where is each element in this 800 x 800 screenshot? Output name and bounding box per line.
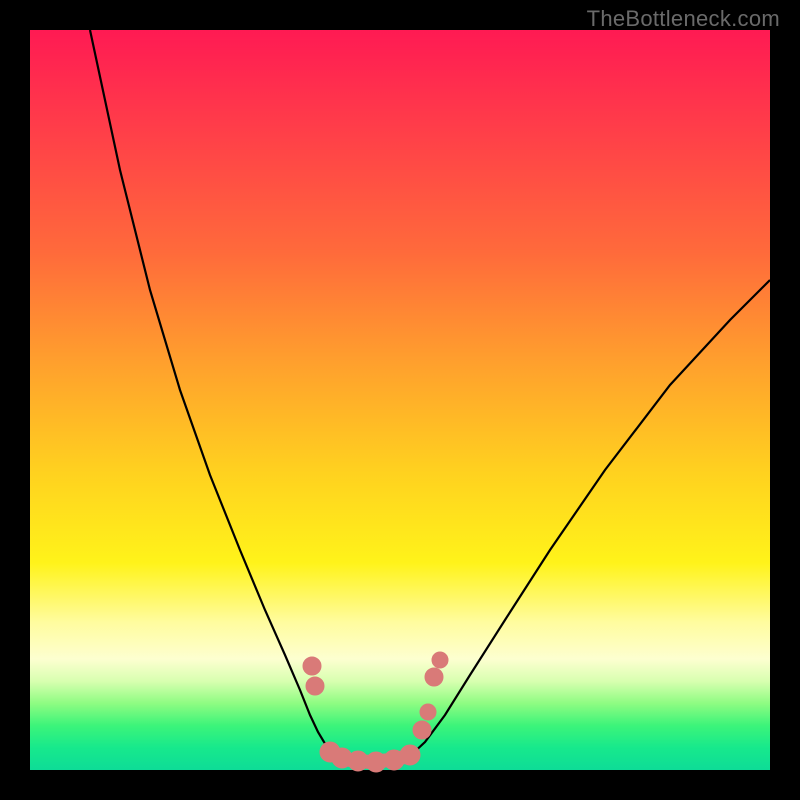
data-marker (425, 668, 443, 686)
data-marker (413, 721, 431, 739)
data-marker (348, 751, 368, 771)
plot-area (30, 30, 770, 770)
data-marker (366, 752, 386, 772)
data-marker (306, 677, 324, 695)
curve-right-branch (410, 280, 770, 756)
chart-frame: TheBottleneck.com (0, 0, 800, 800)
curve-left-branch (90, 30, 335, 756)
marker-group (303, 652, 448, 772)
watermark-text: TheBottleneck.com (587, 6, 780, 32)
data-marker (400, 745, 420, 765)
data-marker (432, 652, 448, 668)
data-marker (420, 704, 436, 720)
chart-svg (30, 30, 770, 770)
data-marker (303, 657, 321, 675)
